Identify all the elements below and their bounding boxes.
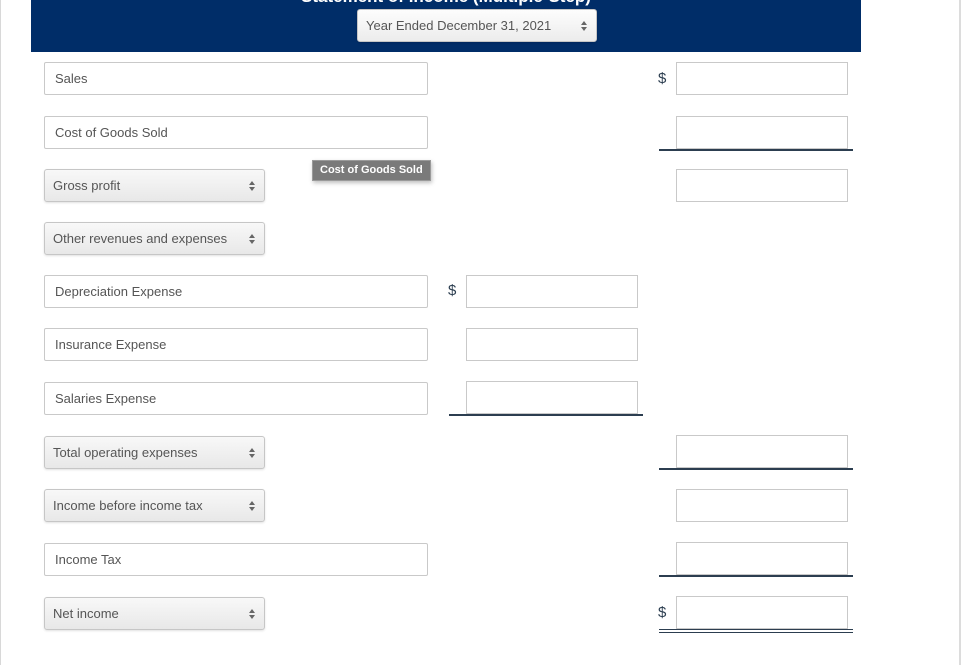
row-select-label: Other revenues and expenses: [53, 231, 228, 246]
row-select-label: Income before income tax: [53, 498, 203, 513]
amount-input-sales[interactable]: [676, 62, 848, 95]
period-select-value: Year Ended December 31, 2021: [366, 18, 552, 33]
select-arrows-icon: [249, 170, 256, 201]
amount-input-total-operating-expenses[interactable]: [676, 435, 848, 468]
subtotal-rule: [659, 468, 853, 470]
dollar-sign: $: [658, 70, 667, 87]
row-select-label: Total operating expenses: [53, 445, 198, 460]
frame-border-left: [0, 0, 1, 665]
select-arrows-icon: [249, 490, 256, 521]
account-input-cogs[interactable]: Cost of Goods Sold: [44, 116, 428, 149]
account-input-sales[interactable]: Sales: [44, 62, 428, 95]
row-select-gross-profit[interactable]: Gross profit: [44, 169, 265, 202]
period-select[interactable]: Year Ended December 31, 2021: [357, 9, 597, 42]
select-arrows-icon: [249, 437, 256, 468]
row-select-net-income[interactable]: Net income: [44, 597, 265, 630]
statement-title: Statement of Income (Multiple-Step): [31, 0, 861, 7]
account-input-salaries[interactable]: Salaries Expense: [44, 382, 428, 415]
amount-input-cogs[interactable]: [676, 116, 848, 149]
dollar-sign: $: [658, 604, 667, 621]
account-input-insurance[interactable]: Insurance Expense: [44, 328, 428, 361]
amount-input-net-income[interactable]: [676, 596, 848, 629]
select-arrows-icon: [581, 10, 588, 41]
account-input-income-tax[interactable]: Income Tax: [44, 543, 428, 576]
amount-input-depreciation[interactable]: [466, 275, 638, 308]
select-arrows-icon: [249, 223, 256, 254]
row-select-label: Net income: [53, 606, 119, 621]
row-select-income-before-tax[interactable]: Income before income tax: [44, 489, 265, 522]
amount-input-insurance[interactable]: [466, 328, 638, 361]
dollar-sign: $: [448, 282, 457, 299]
amount-input-salaries[interactable]: [466, 381, 638, 414]
row-select-label: Gross profit: [53, 178, 121, 193]
row-select-other-revenues-expenses[interactable]: Other revenues and expenses: [44, 222, 265, 255]
amount-input-income-tax[interactable]: [676, 542, 848, 575]
total-double-rule: [659, 629, 853, 633]
subtotal-rule: [449, 414, 643, 416]
row-select-total-operating-expenses[interactable]: Total operating expenses: [44, 436, 265, 469]
amount-input-gross-profit[interactable]: [676, 169, 848, 202]
statement-header: Statement of Income (Multiple-Step) Year…: [31, 0, 861, 52]
select-arrows-icon: [249, 598, 256, 629]
subtotal-rule: [659, 149, 853, 151]
subtotal-rule: [659, 575, 853, 577]
tooltip: Cost of Goods Sold: [312, 160, 431, 181]
account-input-depreciation[interactable]: Depreciation Expense: [44, 275, 428, 308]
amount-input-income-before-tax[interactable]: [676, 489, 848, 522]
